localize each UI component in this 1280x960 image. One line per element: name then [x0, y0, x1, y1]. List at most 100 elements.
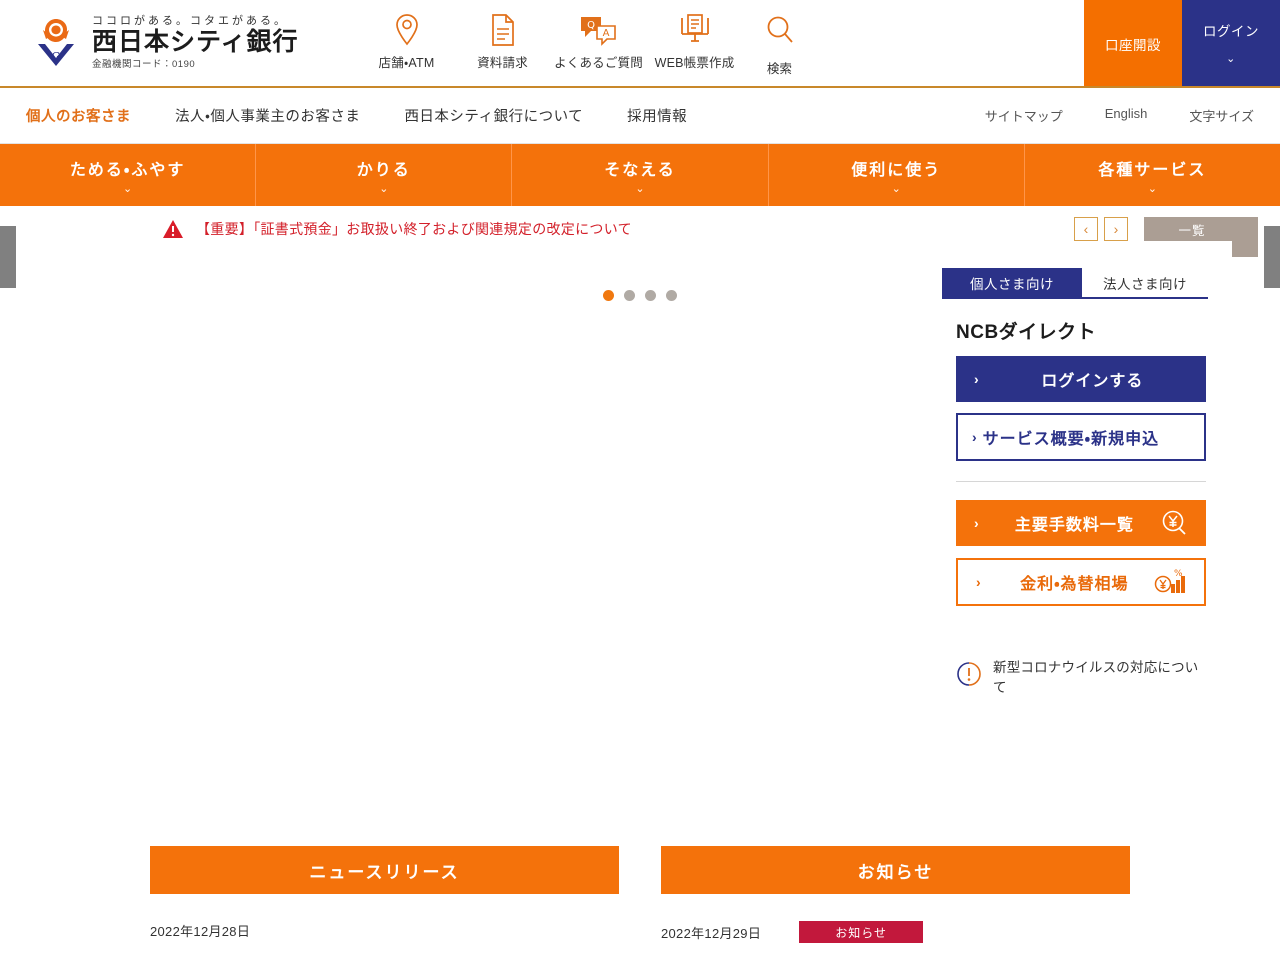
carousel-dot[interactable] [603, 290, 614, 301]
site-header: G ココロがある。コタエがある。 西日本シティ銀行 金融機関コード：0190 店… [0, 0, 1280, 88]
ncb-service-overview-button[interactable]: › サービス概要・新規申込 [956, 413, 1206, 461]
login-label: ログイン [1203, 23, 1259, 39]
brand-tagline: ココロがある。コタエがある。 [92, 13, 288, 27]
panel-divider [956, 481, 1206, 482]
covid-notice-link[interactable]: 新型コロナウイルスの対応について [956, 656, 1208, 696]
qa-bubble-icon: QA [577, 8, 621, 52]
meganav-item-services[interactable]: 各種サービス ⌄ [1025, 144, 1280, 206]
notice-item[interactable]: 2022年12月29日 お知らせ [661, 894, 1130, 943]
notice-text[interactable]: 【重要】「証書式預金」お取扱い終了および関連規定の改定について [196, 219, 632, 239]
document-icon [489, 8, 517, 52]
notice-prev-button[interactable]: ‹ [1074, 217, 1098, 241]
ncb-service-overview-label: サービス概要・新規申込 [982, 431, 1160, 448]
gnav-label: 個人のお客さま [26, 109, 131, 125]
header-icon-nav: 店舗・ATM 資料請求 QA よくあるご質問 WEB帳票作成 検索 [359, 0, 817, 77]
tab-label: 法人さま向け [1103, 276, 1187, 292]
gnav-label: 西日本シティ銀行について [404, 109, 584, 125]
gnav-item-about[interactable]: 西日本シティ銀行について [404, 105, 583, 126]
notices-heading-label: お知らせ [857, 862, 934, 882]
notice-list-button[interactable]: 一覧 [1144, 217, 1240, 241]
news-release-heading[interactable]: ニュースリリース [150, 846, 619, 894]
news-date: 2022年12月29日 [661, 925, 762, 941]
brand-name: 西日本シティ銀行 [92, 27, 299, 56]
search-icon [764, 8, 796, 52]
meganav-label: ためる・ふやす [69, 161, 186, 179]
carousel-side-tab[interactable] [1232, 217, 1258, 257]
header-item-search[interactable]: 検索 [743, 8, 817, 77]
carousel-prev-handle[interactable] [0, 226, 16, 288]
yen-percent-chart-icon: % [1154, 568, 1186, 596]
chevron-down-icon: ⌄ [891, 182, 901, 195]
chevron-down-icon: ⌄ [379, 182, 389, 195]
brand-logo[interactable]: G ココロがある。コタエがある。 西日本シティ銀行 金融機関コード：0190 [0, 0, 299, 70]
header-item-label: WEB帳票作成 [654, 56, 735, 70]
meganav-label: かりる [356, 161, 411, 179]
gnav-utility-links: サイトマップ English 文字サイズ [943, 106, 1254, 125]
meganav-label: そなえる [604, 161, 676, 179]
warning-triangle-icon [162, 219, 184, 239]
news-date: 2022年12月28日 [150, 924, 251, 939]
header-item-faq[interactable]: QA よくあるご質問 [551, 8, 647, 77]
flower-v-logo-icon: G [30, 14, 82, 70]
svg-text:Q: Q [587, 20, 595, 31]
global-nav: 個人のお客さま 法人・個人事業主のお客さま 西日本シティ銀行について 採用情報 … [0, 88, 1280, 144]
ncb-login-button[interactable]: › ログインする [956, 356, 1206, 402]
meganav-label: 便利に使う [851, 161, 942, 179]
panel-tabs: 個人さま向け 法人さま向け [942, 268, 1208, 299]
chevron-down-icon: ⌄ [1147, 182, 1158, 195]
carousel-dot[interactable] [645, 290, 656, 301]
meganav-item-convenient[interactable]: 便利に使う ⌄ [769, 144, 1025, 206]
sitemap-link[interactable]: サイトマップ [985, 106, 1063, 125]
carousel-dot[interactable] [666, 290, 677, 301]
font-size-link[interactable]: 文字サイズ [1189, 106, 1254, 125]
header-cta-group: 口座開設 ログイン ⌄ [1084, 0, 1280, 88]
gnav-item-corporate[interactable]: 法人・個人事業主のお客さま [175, 105, 360, 126]
carousel-dot[interactable] [624, 290, 635, 301]
notices-column: お知らせ 2022年12月29日 お知らせ [661, 846, 1130, 943]
header-item-label: よくあるご質問 [554, 56, 643, 70]
open-account-button[interactable]: 口座開設 [1084, 0, 1182, 88]
svg-text:A: A [602, 28, 609, 39]
chevron-down-icon: ⌄ [635, 182, 645, 195]
exclamation-circle-icon [956, 661, 982, 692]
gnav-item-recruit[interactable]: 採用情報 [627, 105, 687, 126]
meganav-item-prepare[interactable]: そなえる ⌄ [512, 144, 769, 206]
header-item-label: 資料請求 [477, 56, 528, 70]
meganav-item-save-grow[interactable]: ためる・ふやす ⌄ [0, 144, 257, 206]
news-release-column: ニュースリリース 2022年12月28日 [150, 846, 619, 943]
login-button[interactable]: ログイン ⌄ [1182, 0, 1280, 88]
main-fees-button[interactable]: › 主要手数料一覧 [956, 500, 1206, 546]
news-release-heading-label: ニュースリリース [309, 862, 460, 882]
gnav-item-personal[interactable]: 個人のお客さま [26, 105, 131, 126]
gnav-label: 採用情報 [627, 109, 688, 125]
mega-nav: ためる・ふやす ⌄ かりる ⌄ そなえる ⌄ 便利に使う ⌄ 各種サービス ⌄ [0, 144, 1280, 206]
chevron-right-icon: › [1113, 221, 1119, 237]
yen-magnifier-icon [1160, 509, 1188, 537]
notices-heading[interactable]: お知らせ [661, 846, 1130, 894]
notice-next-button[interactable]: › [1104, 217, 1128, 241]
header-item-branch-atm[interactable]: 店舗・ATM [359, 8, 455, 77]
chevron-down-icon: ⌄ [1226, 52, 1236, 65]
gnav-label: 法人・個人事業主のお客さま [175, 109, 361, 125]
important-notice-bar: 【重要】「証書式預金」お取扱い終了および関連規定の改定について ‹ › 一覧 [0, 206, 1280, 252]
tab-personal[interactable]: 個人さま向け [942, 268, 1082, 297]
rates-fx-button[interactable]: › 金利・為替相場 % [956, 558, 1206, 606]
covid-notice-label: 新型コロナウイルスの対応について [993, 660, 1199, 695]
web-form-icon [678, 8, 712, 52]
status-badge: お知らせ [799, 921, 924, 943]
header-item-label: 店舗・ATM [378, 56, 435, 70]
news-section: ニュースリリース 2022年12月28日 お知らせ 2022年12月29日 お知… [0, 846, 1280, 943]
chevron-down-icon: ⌄ [122, 182, 133, 195]
tab-label: 個人さま向け [970, 276, 1054, 292]
carousel-next-handle[interactable] [1264, 226, 1280, 288]
header-item-materials-request[interactable]: 資料請求 [455, 8, 551, 77]
header-item-label: 検索 [766, 62, 793, 76]
header-item-web-form[interactable]: WEB帳票作成 [647, 8, 743, 77]
svg-text:G: G [52, 50, 61, 63]
english-link[interactable]: English [1105, 106, 1148, 125]
tab-corporate[interactable]: 法人さま向け [1082, 268, 1208, 297]
header-divider [0, 86, 1280, 88]
meganav-item-borrow[interactable]: かりる ⌄ [256, 144, 513, 206]
news-release-item[interactable]: 2022年12月28日 [150, 894, 619, 940]
brand-bank-code: 金融機関コード：0190 [92, 59, 196, 70]
